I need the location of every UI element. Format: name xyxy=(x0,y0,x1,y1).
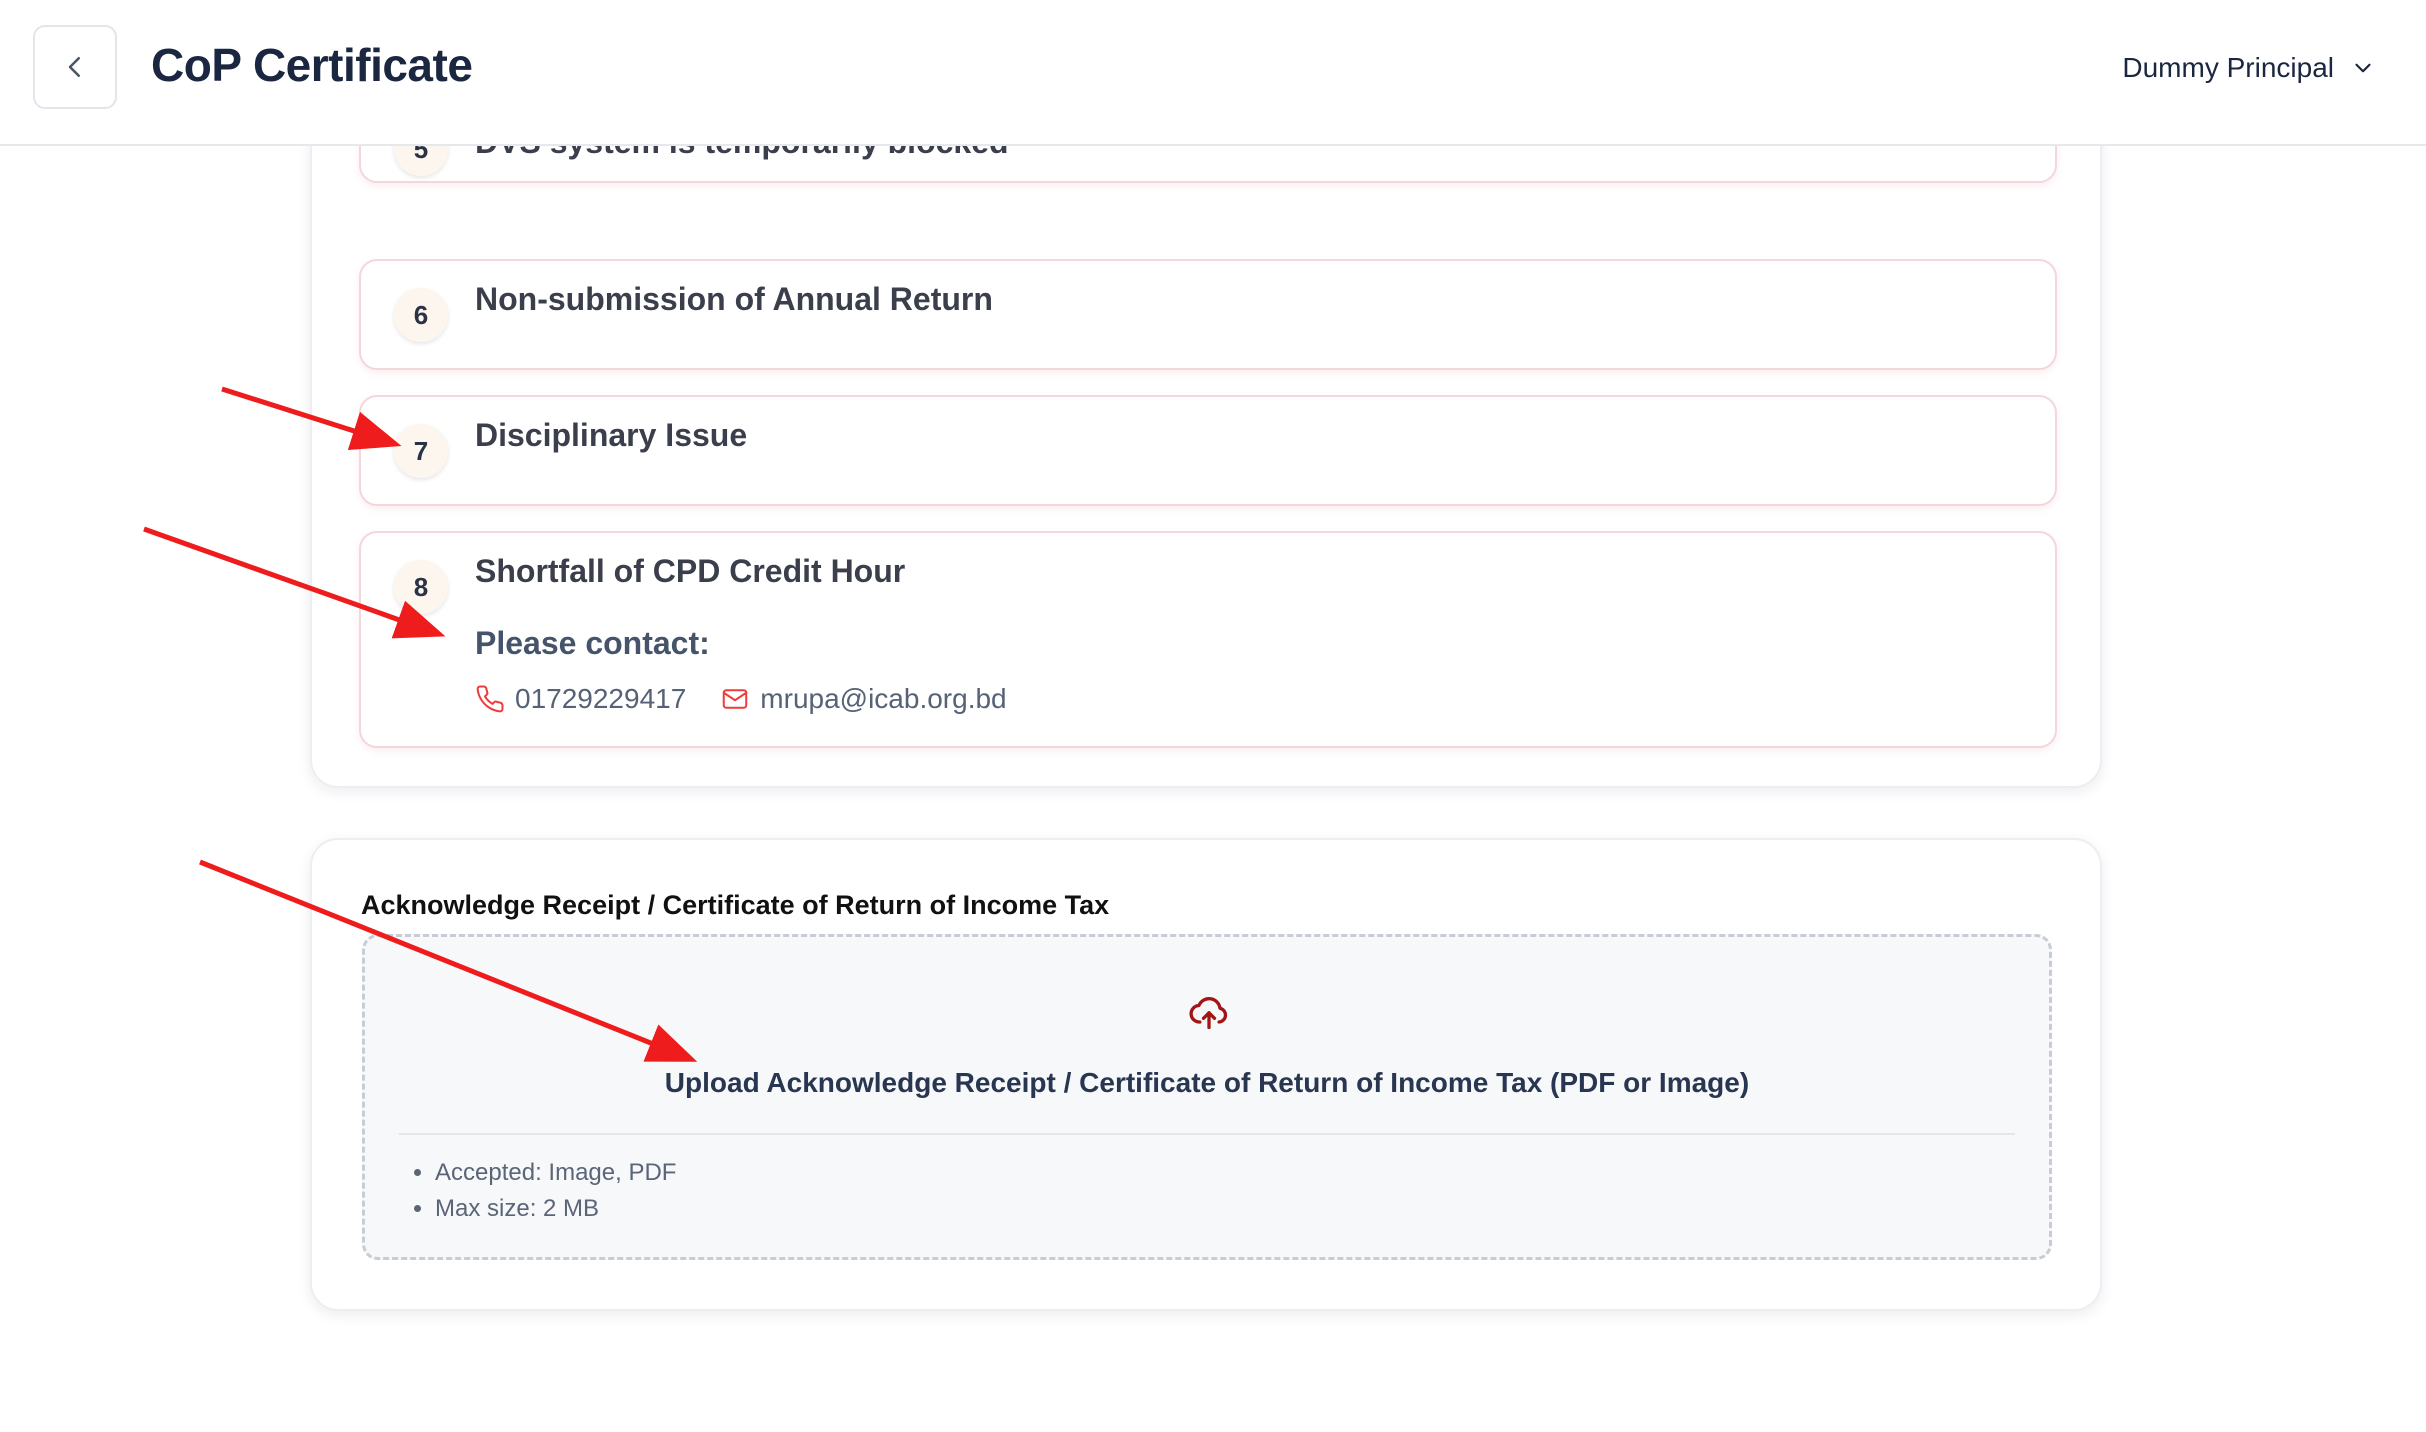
issue-number-badge: 6 xyxy=(394,288,448,342)
issue-item-8: 8 Shortfall of CPD Credit Hour Please co… xyxy=(359,531,2057,748)
issue-number-badge: 8 xyxy=(394,560,448,614)
mail-icon xyxy=(723,689,748,709)
issue-title: Disciplinary Issue xyxy=(475,417,748,453)
top-header: CoP Certificate Dummy Principal xyxy=(0,0,2426,146)
upload-rule: Max size: 2 MB xyxy=(435,1191,676,1227)
issues-card: 5 DVS system is temporarily blocked 6 No… xyxy=(310,70,2102,788)
issue-item-7: 7 Disciplinary Issue xyxy=(359,395,2057,506)
upload-rules-list: Accepted: Image, PDF Max size: 2 MB xyxy=(399,1155,676,1227)
issue-title: Non-submission of Annual Return xyxy=(475,281,993,317)
phone-number: 01729229417 xyxy=(515,683,687,714)
upload-dropzone[interactable]: Upload Acknowledge Receipt / Certificate… xyxy=(362,934,2052,1260)
user-name: Dummy Principal xyxy=(2122,52,2334,83)
upload-field-label: Acknowledge Receipt / Certificate of Ret… xyxy=(361,890,1110,920)
page-title: CoP Certificate xyxy=(151,39,473,91)
issue-item-6: 6 Non-submission of Annual Return xyxy=(359,259,2057,370)
chevron-down-icon xyxy=(2355,63,2371,73)
dropzone-text: Upload Acknowledge Receipt / Certificate… xyxy=(664,1067,1750,1098)
back-button[interactable] xyxy=(33,25,117,109)
contact-row: 01729229417 mrupa@icab.org.bd xyxy=(475,683,1007,715)
contact-label: Please contact: xyxy=(475,625,710,661)
phone-link[interactable]: 01729229417 xyxy=(475,683,686,715)
dropzone-divider xyxy=(399,1133,2015,1135)
email-link[interactable]: mrupa@icab.org.bd xyxy=(720,683,1007,715)
chevron-left-icon xyxy=(68,57,80,77)
email-address: mrupa@icab.org.bd xyxy=(760,683,1007,714)
cloud-upload-icon xyxy=(1189,997,1228,1030)
upload-rule: Accepted: Image, PDF xyxy=(435,1155,676,1191)
user-menu[interactable]: Dummy Principal xyxy=(2122,52,2376,84)
issue-number-badge: 7 xyxy=(394,424,448,478)
issue-title: Shortfall of CPD Credit Hour xyxy=(475,553,906,589)
phone-icon xyxy=(476,685,504,713)
upload-card: Acknowledge Receipt / Certificate of Ret… xyxy=(310,838,2102,1311)
